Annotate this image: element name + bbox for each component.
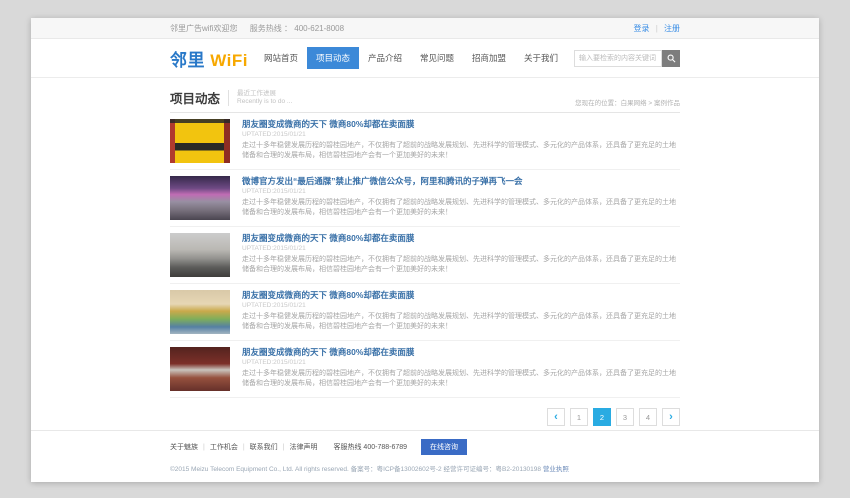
register-link[interactable]: 注册: [664, 24, 680, 33]
browser-canvas: 邻里广告wifi欢迎您 服务热线 ： 400-621-8008 登录 | 注册 …: [0, 0, 850, 498]
logo-en-text: WiFi: [210, 51, 248, 70]
article-date: UPTATED:2015/01/21: [242, 188, 680, 195]
prev-page-button[interactable]: ‹: [547, 408, 565, 426]
article-title[interactable]: 朋友圈变成微商的天下 微商80%却都在卖面膜: [242, 119, 680, 129]
article-thumbnail-yellow-poster[interactable]: [170, 119, 230, 163]
page-button-3[interactable]: 3: [616, 408, 634, 426]
hotline-text: 服务热线 ： 400-621-8008: [250, 24, 344, 33]
footer-link-jobs[interactable]: 工作机会: [210, 442, 238, 452]
article-description: 走过十多年稳健发展历程的碧桂园地产，不仅拥有了超前的战略发展规划、先进科学的管理…: [242, 198, 680, 218]
footer-link-legal[interactable]: 法律声明: [289, 442, 317, 452]
utility-left: 邻里广告wifi欢迎您 服务热线 ： 400-621-8008: [170, 23, 354, 34]
login-register-divider: |: [656, 24, 658, 33]
site-logo[interactable]: 邻里 WiFi: [170, 46, 248, 71]
footer-copyright-row: ©2015 Meizu Telecom Equipment Co., Ltd. …: [170, 463, 680, 473]
page-head: 项目动态 最近工作进展 Recently is to do ... 您现在的位置…: [170, 88, 680, 107]
utility-bar: 邻里广告wifi欢迎您 服务热线 ： 400-621-8008 登录 | 注册: [31, 18, 819, 39]
icp-text: 备案号：粤ICP备13002602号-2 经营许可证编号：粤B2-2013019…: [351, 466, 541, 473]
chevron-left-icon: ‹: [554, 412, 558, 423]
article-thumbnail-expo-hall[interactable]: [170, 176, 230, 220]
article-item[interactable]: 朋友圈变成微商的天下 微商80%却都在卖面膜 UPTATED:2015/01/2…: [170, 113, 680, 170]
article-item[interactable]: 朋友圈变成微商的天下 微商80%却都在卖面膜 UPTATED:2015/01/2…: [170, 341, 680, 398]
article-date: UPTATED:2015/01/21: [242, 131, 680, 138]
nav-item-products[interactable]: 产品介绍: [359, 47, 411, 69]
article-title[interactable]: 朋友圈变成微商的天下 微商80%却都在卖面膜: [242, 290, 680, 300]
copyright-text: ©2015 Meizu Telecom Equipment Co., Ltd. …: [170, 466, 349, 473]
article-thumbnail-street-crowd[interactable]: [170, 233, 230, 277]
article-thumbnail-red-booth[interactable]: [170, 347, 230, 391]
search-input[interactable]: [574, 50, 662, 67]
next-page-button[interactable]: ›: [662, 408, 680, 426]
article-thumbnail-exhibition-booth[interactable]: [170, 290, 230, 334]
article-item[interactable]: 朋友圈变成微商的天下 微商80%却都在卖面膜 UPTATED:2015/01/2…: [170, 284, 680, 341]
welcome-text: 邻里广告wifi欢迎您: [170, 24, 238, 33]
footer-links-row: 关于魅族 | 工作机会 | 联系我们 | 法律声明 客服热线 400-788-6…: [170, 439, 680, 455]
site-footer: 关于魅族 | 工作机会 | 联系我们 | 法律声明 客服热线 400-788-6…: [31, 430, 819, 482]
footer-link-contact[interactable]: 联系我们: [250, 442, 278, 452]
chevron-right-icon: ›: [669, 412, 673, 423]
page-subtitle-en: Recently is to do ...: [237, 98, 292, 106]
logo-cn-text: 邻里: [170, 51, 205, 70]
online-consult-button[interactable]: 在线咨询: [421, 439, 467, 455]
footer-link-about[interactable]: 关于魅族: [170, 442, 198, 452]
footer-hotline: 客服热线 400-788-6789: [333, 442, 407, 452]
login-link[interactable]: 登录: [633, 24, 649, 33]
footer-link-divider: |: [283, 444, 285, 451]
article-item[interactable]: 朋友圈变成微商的天下 微商80%却都在卖面膜 UPTATED:2015/01/2…: [170, 227, 680, 284]
page-title: 项目动态: [170, 88, 220, 107]
site-header: 邻里 WiFi 网站首页 项目动态 产品介绍 常见问题 招商加盟 关于我们: [31, 39, 819, 78]
nav-item-home[interactable]: 网站首页: [255, 47, 307, 69]
nav-item-project-news[interactable]: 项目动态: [307, 47, 359, 69]
page-button-2-active[interactable]: 2: [593, 408, 611, 426]
search-button[interactable]: [662, 50, 680, 67]
article-description: 走过十多年稳健发展历程的碧桂园地产，不仅拥有了超前的战略发展规划、先进科学的管理…: [242, 141, 680, 161]
page-subtitle-cn: 最近工作进展: [237, 90, 292, 98]
article-description: 走过十多年稳健发展历程的碧桂园地产，不仅拥有了超前的战略发展规划、先进科学的管理…: [242, 369, 680, 389]
search-icon: [667, 51, 676, 66]
main-content: 项目动态 最近工作进展 Recently is to do ... 您现在的位置…: [31, 78, 819, 430]
article-title[interactable]: 朋友圈变成微商的天下 微商80%却都在卖面膜: [242, 233, 680, 243]
article-title[interactable]: 微博官方发出“最后通牒”禁止推广微信公众号，阿里和腾讯的子弹再飞一会: [242, 176, 680, 186]
nav-item-faq[interactable]: 常见问题: [411, 47, 463, 69]
page-subtitle: 最近工作进展 Recently is to do ...: [237, 90, 292, 106]
footer-link-divider: |: [203, 444, 205, 451]
business-license-link[interactable]: 营业执照: [543, 466, 569, 473]
utility-right: 登录 | 注册: [633, 23, 680, 34]
article-description: 走过十多年稳健发展历程的碧桂园地产，不仅拥有了超前的战略发展规划、先进科学的管理…: [242, 312, 680, 332]
article-date: UPTATED:2015/01/21: [242, 359, 680, 366]
nav-item-join[interactable]: 招商加盟: [463, 47, 515, 69]
page-button-1[interactable]: 1: [570, 408, 588, 426]
search-box: [574, 50, 680, 67]
nav-item-about[interactable]: 关于我们: [515, 47, 567, 69]
article-title[interactable]: 朋友圈变成微商的天下 微商80%却都在卖面膜: [242, 347, 680, 357]
footer-link-divider: |: [243, 444, 245, 451]
article-item[interactable]: 微博官方发出“最后通牒”禁止推广微信公众号，阿里和腾讯的子弹再飞一会 UPTAT…: [170, 170, 680, 227]
article-date: UPTATED:2015/01/21: [242, 302, 680, 309]
title-divider: [228, 90, 229, 106]
pagination: ‹ 1 2 3 4 ›: [170, 398, 680, 430]
article-date: UPTATED:2015/01/21: [242, 245, 680, 252]
page-card: 邻里广告wifi欢迎您 服务热线 ： 400-621-8008 登录 | 注册 …: [31, 18, 819, 482]
main-nav: 网站首页 项目动态 产品介绍 常见问题 招商加盟 关于我们: [255, 47, 567, 69]
article-description: 走过十多年稳健发展历程的碧桂园地产，不仅拥有了超前的战略发展规划、先进科学的管理…: [242, 255, 680, 275]
breadcrumb[interactable]: 您现在的位置：白果网络 > 案例作品: [575, 97, 680, 107]
page-button-4[interactable]: 4: [639, 408, 657, 426]
